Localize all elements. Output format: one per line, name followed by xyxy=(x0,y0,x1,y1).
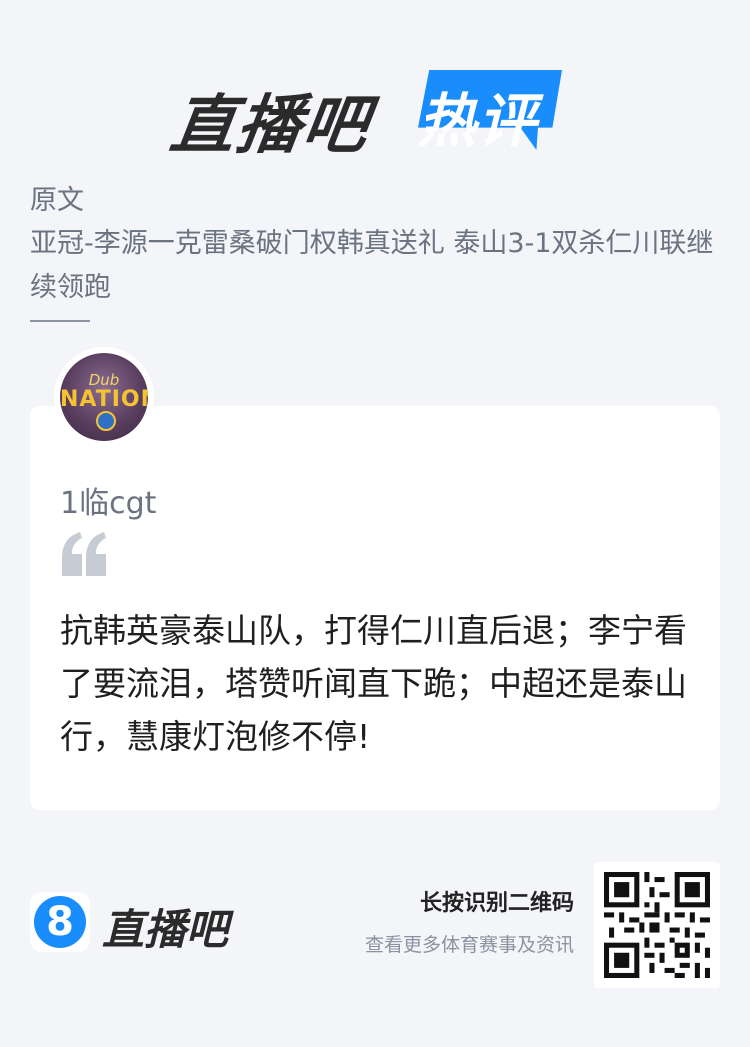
logo-main-text: 直播吧 xyxy=(165,89,375,163)
scan-instruction: 长按识别二维码 xyxy=(419,891,574,916)
scan-subtext: 查看更多体育赛事及资讯 xyxy=(364,934,574,956)
comment-text: 抗韩英豪泰山队，打得仁川直后退；李宁看了要流泪，塔赞听闻直下跪；中超还是泰山行，… xyxy=(60,611,687,756)
basketball-icon xyxy=(96,411,116,431)
username[interactable]: 1临cgt xyxy=(60,478,156,522)
footer-logo-text: 直播吧 xyxy=(102,905,229,954)
header-logo: 直播吧 热评 xyxy=(165,62,588,172)
avatar-image: Dub NATION xyxy=(60,353,148,441)
footer-logo: 8 直播吧 xyxy=(30,892,250,956)
logo-number: 8 xyxy=(34,896,86,948)
qr-code-graphic xyxy=(604,872,710,978)
qr-code-icon[interactable] xyxy=(594,862,720,988)
logo-badge-text: 热评 xyxy=(418,87,539,155)
avatar-text-main: NATION xyxy=(60,387,148,412)
original-label: 原文 xyxy=(30,185,84,216)
app-logo-icon: 8 xyxy=(30,892,90,952)
avatar[interactable]: Dub NATION xyxy=(54,347,154,447)
quote-icon xyxy=(62,532,106,576)
original-article-title[interactable]: 亚冠-李源一克雷桑破门权韩真送礼 泰山3-1双杀仁川联继续领跑 xyxy=(30,222,730,310)
divider xyxy=(30,320,90,322)
